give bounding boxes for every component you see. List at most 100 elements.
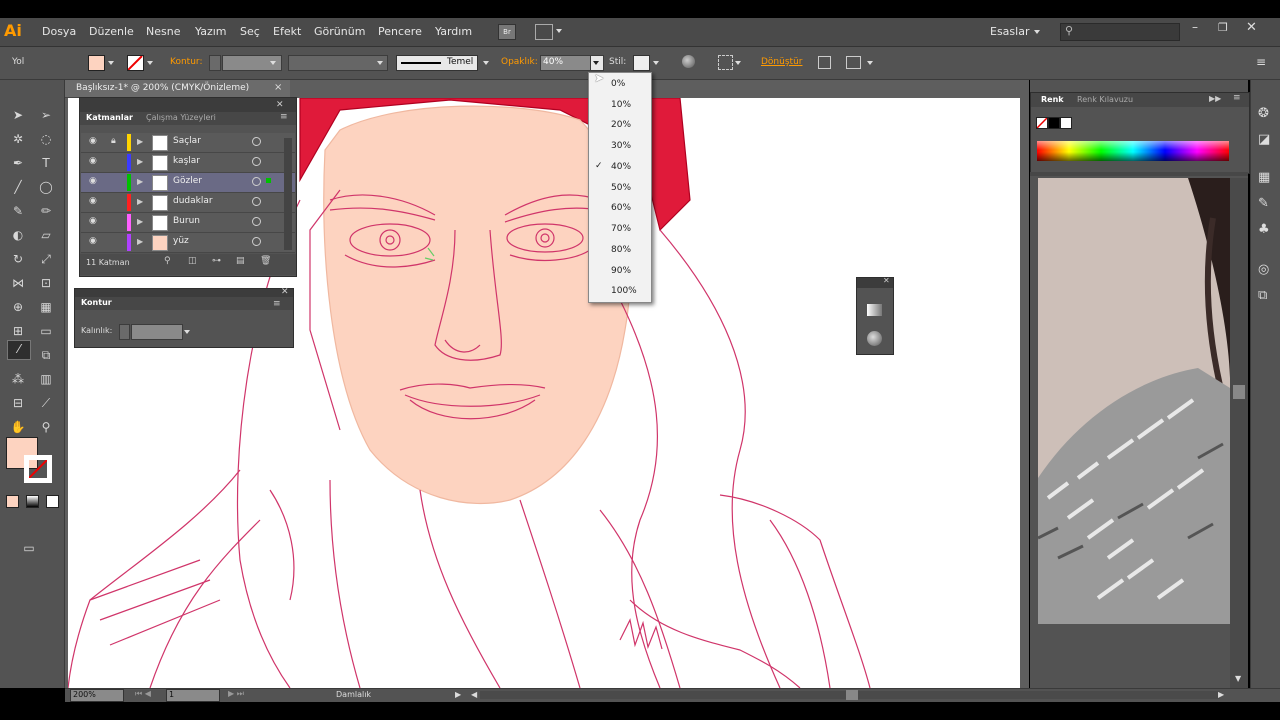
scroll-right-arrow[interactable]: ▶ — [1218, 690, 1224, 699]
status-menu-arrow[interactable]: ▶ — [455, 690, 461, 699]
panel-menu-icon[interactable]: ≡ — [280, 112, 288, 122]
eyedropper-tool-icon[interactable]: ⁄ — [7, 340, 31, 360]
chevron-down-icon[interactable] — [270, 61, 276, 65]
stroke-color-box[interactable] — [24, 455, 52, 483]
mesh-tool-icon[interactable]: ⊞ — [9, 323, 27, 339]
last-artboard-icon[interactable]: ▶ ⏭ — [228, 689, 244, 699]
stroke-weight-field[interactable] — [131, 324, 183, 340]
target-circle-icon[interactable] — [252, 217, 261, 226]
locate-object-icon[interactable]: ⚲ — [164, 256, 171, 266]
width-tool-icon[interactable]: ⋈ — [9, 275, 27, 291]
black-swatch[interactable] — [1048, 117, 1060, 129]
chevron-down-icon[interactable] — [556, 29, 562, 33]
reference-scrollbar[interactable] — [1230, 178, 1248, 688]
transform-dock-icon[interactable]: ⧉ — [1258, 288, 1267, 303]
stroke-label[interactable]: Kontur: — [170, 57, 202, 67]
panel-menu-icon[interactable]: ≡ — [273, 299, 281, 309]
zoom-tool-icon[interactable]: ⚲ — [37, 419, 55, 435]
opacity-option[interactable]: ✓ 40% — [589, 157, 651, 177]
stroke-weight-stepper[interactable] — [119, 324, 130, 340]
stroke-swatch[interactable] — [127, 55, 144, 71]
delete-layer-icon[interactable]: 🗑︎ — [260, 256, 271, 266]
layer-row[interactable]: ◉ ▶ Gözler — [81, 173, 295, 193]
none-swatch[interactable] — [1036, 117, 1048, 129]
restore-icon[interactable]: ❐ — [1218, 21, 1228, 34]
visibility-eye-icon[interactable]: ◉ — [89, 196, 97, 206]
layer-name[interactable]: dudaklar — [173, 196, 213, 206]
visibility-eye-icon[interactable]: ◉ — [89, 236, 97, 246]
menu-sec[interactable]: Seç — [240, 25, 260, 38]
layer-name[interactable]: Saçlar — [173, 136, 201, 146]
layer-row[interactable]: ◉ ▶ dudaklar — [81, 193, 295, 213]
white-swatch[interactable] — [1060, 117, 1072, 129]
stroke-panel-title[interactable]: Kontur — [81, 298, 112, 307]
tab-color[interactable]: Renk — [1041, 95, 1064, 104]
make-clipping-mask-icon[interactable]: ◫ — [188, 256, 197, 266]
shape-builder-tool-icon[interactable]: ⊕ — [9, 299, 27, 315]
selection-tool-icon[interactable]: ➤ — [9, 107, 27, 123]
gradient-mode-button[interactable] — [26, 495, 39, 508]
color-spectrum-ramp[interactable] — [1037, 141, 1229, 161]
opacity-option[interactable]: 10% — [589, 95, 651, 115]
opacity-option[interactable]: 60% — [589, 198, 651, 218]
pencil-tool-icon[interactable]: ✏ — [37, 203, 55, 219]
close-panel-icon[interactable]: ✕ — [883, 276, 890, 285]
slice-tool-icon[interactable]: ⟋ — [37, 395, 55, 411]
workspace-switcher[interactable]: Esaslar — [990, 25, 1029, 38]
visibility-eye-icon[interactable]: ◉ — [89, 176, 97, 186]
stroke-weight-stepper[interactable] — [209, 55, 221, 71]
menu-duzenle[interactable]: Düzenle — [89, 25, 134, 38]
target-circle-icon[interactable] — [252, 237, 261, 246]
chevron-down-icon[interactable] — [483, 61, 489, 65]
menu-efekt[interactable]: Efekt — [273, 25, 301, 38]
blob-brush-tool-icon[interactable]: ◐ — [9, 227, 27, 243]
menu-nesne[interactable]: Nesne — [146, 25, 180, 38]
graphic-styles-icon[interactable]: ◪ — [1258, 132, 1270, 147]
column-graph-tool-icon[interactable]: ▥ — [37, 371, 55, 387]
visibility-eye-icon[interactable]: ◉ — [89, 156, 97, 166]
chevron-down-icon[interactable] — [147, 61, 153, 65]
expand-triangle-icon[interactable]: ▶ — [137, 137, 143, 146]
target-circle-icon[interactable] — [252, 177, 261, 186]
search-input[interactable] — [1060, 23, 1180, 41]
appearance-panel-icon[interactable]: ❂ — [1258, 106, 1269, 121]
change-screen-mode-icon[interactable]: ▭ — [20, 540, 38, 556]
layers-scrollbar[interactable] — [284, 138, 292, 250]
stroke-dock-icon[interactable]: ◎ — [1258, 262, 1269, 277]
bridge-button[interactable]: Br — [498, 24, 516, 40]
brushes-panel-icon[interactable]: ✎ — [1258, 196, 1269, 211]
target-circle-icon[interactable] — [252, 197, 261, 206]
graphic-style-swatch[interactable] — [633, 55, 650, 71]
layer-name[interactable]: Gözler — [173, 176, 202, 186]
first-artboard-icon[interactable]: ⏮ ◀ — [135, 689, 151, 699]
artboard-number-field[interactable] — [166, 689, 220, 702]
opacity-option[interactable]: 80% — [589, 240, 651, 260]
close-document-icon[interactable]: × — [274, 82, 282, 93]
transparency-panel-icon[interactable] — [867, 331, 882, 346]
lock-icon[interactable]: 🔒︎ — [111, 136, 116, 146]
visibility-eye-icon[interactable]: ◉ — [89, 136, 97, 146]
control-panel-menu-icon[interactable]: ≡ — [1256, 55, 1266, 69]
close-panel-icon[interactable]: ✕ — [276, 100, 284, 110]
expand-triangle-icon[interactable]: ▶ — [137, 177, 143, 186]
arrange-icon[interactable] — [846, 56, 861, 69]
layer-row[interactable]: ◉ ▶ Burun — [81, 213, 295, 233]
free-transform-tool-icon[interactable]: ⊡ — [37, 275, 55, 291]
chevron-down-icon[interactable] — [108, 61, 114, 65]
chevron-down-icon[interactable] — [1034, 30, 1040, 34]
panel-menu-icon[interactable]: ≡ — [1233, 93, 1241, 103]
menu-yazim[interactable]: Yazım — [195, 25, 227, 38]
layer-name[interactable]: yüz — [173, 236, 189, 246]
color-mode-button[interactable] — [6, 495, 19, 508]
opacity-option[interactable]: 90% — [589, 261, 651, 281]
visibility-eye-icon[interactable]: ◉ — [89, 216, 97, 226]
chevron-down-icon[interactable] — [735, 61, 741, 65]
scroll-left-arrow[interactable]: ◀ — [471, 690, 477, 699]
transform-link[interactable]: Dönüştür — [761, 57, 802, 67]
target-circle-icon[interactable] — [252, 157, 261, 166]
ellipse-tool-icon[interactable]: ◯ — [37, 179, 55, 195]
selected-art-indicator[interactable] — [266, 178, 271, 183]
target-circle-icon[interactable] — [252, 137, 261, 146]
opacity-option[interactable]: 50% — [589, 178, 651, 198]
magic-wand-tool-icon[interactable]: ✲ — [9, 131, 27, 147]
